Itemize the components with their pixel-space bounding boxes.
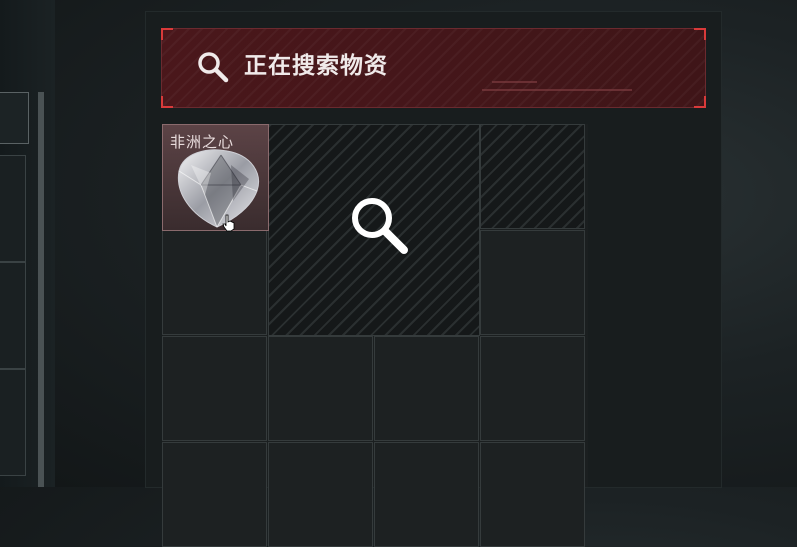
- decoration-line: [492, 81, 537, 83]
- left-panel-scrollbar[interactable]: [38, 92, 44, 487]
- left-panel-slot[interactable]: [0, 262, 26, 369]
- grid-slot[interactable]: [268, 336, 373, 441]
- grid-slot[interactable]: [480, 442, 585, 547]
- grid-slot[interactable]: [480, 336, 585, 441]
- grid-slot[interactable]: [268, 442, 373, 547]
- grid-slot[interactable]: [162, 336, 267, 441]
- left-panel-header-slot: [0, 92, 29, 144]
- diamond-gem-icon: [177, 149, 259, 228]
- hand-cursor-icon: [222, 214, 235, 232]
- search-status-banner: 正在搜索物资: [161, 28, 706, 108]
- searching-slot[interactable]: [268, 124, 480, 336]
- search-icon: [198, 52, 229, 83]
- decoration-line: [482, 89, 632, 91]
- grid-slot[interactable]: [374, 336, 479, 441]
- left-inventory-panel: [0, 0, 55, 487]
- corner-bracket: [161, 28, 173, 40]
- grid-slot[interactable]: [480, 230, 585, 335]
- search-icon: [352, 198, 408, 254]
- corner-bracket: [694, 28, 706, 40]
- grid-slot[interactable]: [162, 442, 267, 547]
- corner-bracket: [161, 96, 173, 108]
- grid-slot[interactable]: [374, 442, 479, 547]
- item-name-label: 非洲之心: [170, 133, 235, 151]
- left-panel-slot[interactable]: [0, 369, 26, 476]
- grid-slot[interactable]: [162, 230, 267, 335]
- left-panel-slot[interactable]: [0, 155, 26, 262]
- loot-item-card[interactable]: 非洲之心: [162, 124, 269, 231]
- search-status-text: 正在搜索物资: [244, 53, 388, 79]
- corner-bracket: [694, 96, 706, 108]
- unsearched-slot[interactable]: [480, 124, 585, 229]
